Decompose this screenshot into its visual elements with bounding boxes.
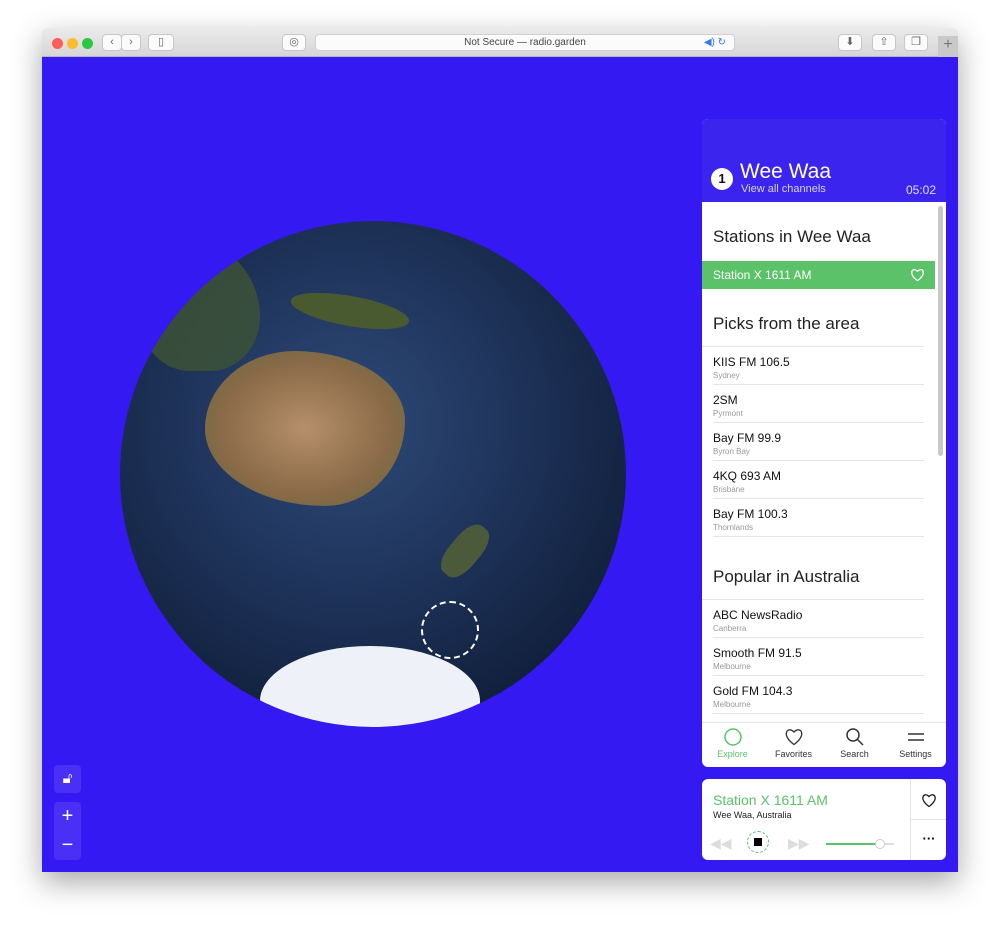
station-name: 4KQ 693 AM	[713, 469, 782, 483]
station-name: Bay FM 100.3	[713, 507, 788, 521]
station-location: Byron Bay	[713, 447, 750, 456]
local-time: 05:02	[905, 183, 936, 197]
station-item[interactable]: KIIS FM 106.5 Sydney	[713, 347, 924, 385]
forward-button[interactable]: ›	[121, 34, 141, 51]
volume-fill	[826, 843, 881, 845]
unlock-icon[interactable]: 🔓︎	[54, 765, 81, 793]
tab-label: Search	[840, 749, 869, 759]
player-actions: ···	[910, 779, 946, 860]
station-item[interactable]: Bay FM 99.9 Byron Bay	[713, 423, 924, 461]
player: Station X 1611 AM Wee Waa, Australia ◀◀ …	[702, 779, 946, 860]
now-playing-location: Wee Waa, Australia	[713, 810, 792, 820]
station-item[interactable]: 2SM Pyrmont	[713, 385, 924, 423]
station-location: Thornlands	[713, 523, 754, 532]
station-name: ABC NewsRadio	[713, 608, 803, 622]
tabs-icon[interactable]: ❐	[904, 34, 928, 51]
address-bar[interactable]: Not Secure — radio.garden ◀) ↻	[315, 34, 735, 51]
station-location: Melbourne	[713, 700, 751, 709]
place-title: Wee Waa	[740, 160, 832, 183]
zoom-in-button[interactable]: +	[54, 802, 81, 831]
channel-count-badge: 1	[711, 168, 733, 190]
active-station-item[interactable]: Station X 1611 AM	[702, 261, 935, 289]
station-item[interactable]: Triple JSydney	[713, 714, 924, 722]
australia-landmass	[205, 351, 405, 506]
scrollbar[interactable]	[938, 206, 943, 456]
tab-label: Favorites	[774, 749, 812, 759]
sidebar-icon[interactable]: ▯	[148, 34, 174, 51]
tab-label: Explore	[717, 749, 748, 759]
volume-slider[interactable]	[826, 839, 894, 849]
heart-icon	[785, 729, 802, 746]
new-guinea-landmass	[288, 285, 412, 337]
station-name: 2SM	[713, 393, 738, 407]
new-zealand-landmass	[434, 518, 496, 584]
station-location: Pyrmont	[713, 409, 743, 418]
now-playing-station: Station X 1611 AM	[713, 792, 828, 808]
view-all-channels-link[interactable]: View all channels	[741, 183, 826, 195]
station-list[interactable]: Stations in Wee Waa Station X 1611 AM Pi…	[702, 202, 946, 722]
maximize-button[interactable]	[82, 38, 93, 49]
bottom-nav: Explore Favorites Search Settings	[702, 722, 946, 767]
fast-forward-icon[interactable]: ▶▶	[788, 835, 810, 852]
volume-handle[interactable]	[875, 839, 886, 849]
speaker-icon[interactable]: ◀) ↻	[704, 35, 726, 50]
tab-search[interactable]: Search	[824, 723, 885, 767]
back-button[interactable]: ‹	[102, 34, 122, 51]
zoom-controls: + −	[54, 802, 81, 860]
station-location: Brisbane	[713, 485, 745, 494]
station-location: Melbourne	[713, 662, 751, 671]
side-panel: 1 Wee Waa View all channels 05:02 Statio…	[702, 119, 946, 767]
station-item[interactable]: Smooth FM 91.5 Melbourne	[713, 638, 924, 676]
station-item[interactable]: Bay FM 100.3 Thornlands	[713, 499, 924, 537]
tab-settings[interactable]: Settings	[885, 723, 946, 767]
panel-header: 1 Wee Waa View all channels 05:02	[702, 119, 946, 202]
explore-icon	[723, 728, 742, 746]
station-item[interactable]: ABC NewsRadio Canberra	[713, 600, 924, 638]
url-text: Not Secure — radio.garden	[464, 37, 586, 48]
share-icon[interactable]: ⇧	[872, 34, 896, 51]
browser-window: ‹ › ▯ ◎ Not Secure — radio.garden ◀) ↻ ⬇…	[42, 28, 958, 872]
location-target[interactable]	[421, 601, 479, 659]
tab-favorites[interactable]: Favorites	[763, 723, 824, 767]
more-button[interactable]: ···	[911, 819, 946, 860]
download-icon[interactable]: ⬇	[838, 34, 862, 51]
station-name: KIIS FM 106.5	[713, 355, 790, 369]
browser-toolbar: ‹ › ▯ ◎ Not Secure — radio.garden ◀) ↻ ⬇…	[42, 28, 958, 57]
station-name: Gold FM 104.3	[713, 684, 793, 698]
search-icon	[845, 728, 864, 746]
tab-label: Settings	[899, 749, 932, 759]
station-item[interactable]: 4KQ 693 AM Brisbane	[713, 461, 924, 499]
heart-icon[interactable]	[910, 268, 925, 282]
stop-button[interactable]	[747, 831, 769, 853]
station-name: Smooth FM 91.5	[713, 646, 802, 660]
station-location: Sydney	[713, 371, 740, 380]
station-item[interactable]: Gold FM 104.3 Melbourne	[713, 676, 924, 714]
minimize-button[interactable]	[67, 38, 78, 49]
rewind-icon[interactable]: ◀◀	[710, 835, 732, 852]
close-button[interactable]	[52, 38, 63, 49]
password-icon[interactable]: ◎	[282, 34, 306, 51]
asia-landmass	[140, 241, 260, 371]
station-name: Bay FM 99.9	[713, 431, 782, 445]
globe[interactable]	[120, 221, 626, 727]
tab-explore[interactable]: Explore	[702, 723, 763, 767]
menu-icon	[907, 733, 924, 741]
new-tab-button[interactable]: +	[938, 36, 958, 57]
station-location: Canberra	[713, 624, 747, 633]
popular-heading: Popular in Australia	[702, 537, 924, 600]
heart-icon[interactable]	[921, 793, 937, 808]
map-area[interactable]: 🔓︎ + − 1 Wee Waa View all channels 05:02…	[42, 57, 958, 872]
zoom-out-button[interactable]: −	[54, 831, 81, 860]
stations-heading: Stations in Wee Waa	[713, 227, 871, 246]
picks-heading: Picks from the area	[702, 289, 924, 347]
stop-icon	[754, 838, 762, 846]
active-station-name: Station X 1611 AM	[713, 268, 812, 282]
